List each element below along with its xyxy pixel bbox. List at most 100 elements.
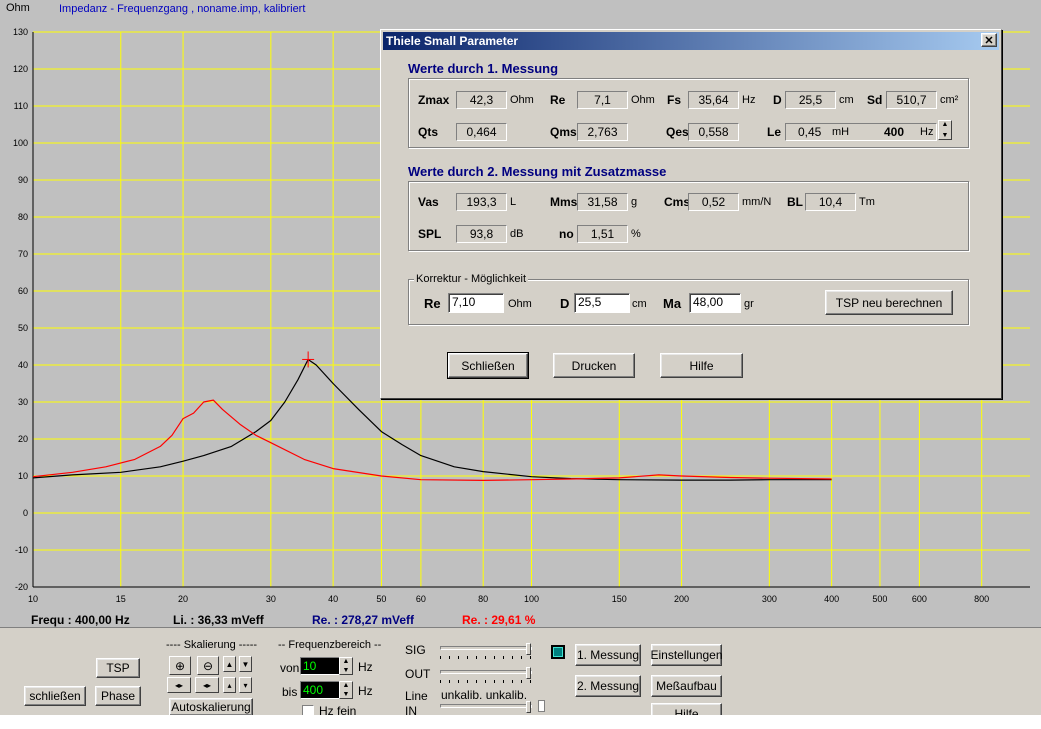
correction-re-label: Re (424, 296, 441, 311)
zmax-unit: Ohm (510, 94, 534, 106)
frequency-readout: Frequ : 400,00 Hz (31, 613, 130, 627)
x-tick-label: 300 (762, 594, 777, 604)
in-level-indicator (538, 700, 545, 712)
x-tick-label: 200 (674, 594, 689, 604)
no-value: 1,51 (577, 225, 628, 243)
y-tick-label: 50 (18, 323, 28, 333)
shift-up-icon[interactable]: ▴ (223, 677, 236, 693)
dialog-help-button[interactable]: Hilfe (660, 353, 743, 378)
from-frequency-input[interactable]: 10 (300, 657, 340, 675)
thiele-small-dialog: Thiele Small Parameter ✕ Werte durch 1. … (380, 29, 1002, 399)
scale-up-icon[interactable]: ▲ (223, 656, 236, 672)
application-window: 130 120 110 100 90 80 70 60 50 40 30 20 10 0 -10 -20 10 1… (0, 0, 1041, 729)
qes-label: Qes (666, 125, 689, 139)
x-tick-label: 60 (416, 594, 426, 604)
close-app-button[interactable]: schließen (24, 686, 86, 706)
tsp-button[interactable]: TSP (96, 658, 140, 678)
no-unit: % (631, 228, 641, 240)
close-icon[interactable]: ✕ (981, 33, 997, 47)
vas-label: Vas (418, 195, 439, 209)
correction-re-unit: Ohm (508, 298, 532, 310)
le-label: Le (767, 125, 782, 139)
expand-horizontal-icon[interactable]: ◂▸ (195, 677, 219, 693)
y-tick-label: 100 (13, 138, 28, 148)
x-tick-label: 600 (912, 594, 927, 604)
y-tick-label: 80 (18, 212, 28, 222)
qes-value: 0,558 (688, 123, 739, 141)
le-frequency-spinner-icon[interactable]: ▲ ▼ (938, 120, 952, 140)
out-label: OUT (405, 667, 431, 681)
correction-ma-label: Ma (663, 296, 682, 311)
mms-value: 31,58 (577, 193, 628, 211)
qms-value: 2,763 (577, 123, 628, 141)
y-tick-label: 20 (18, 434, 28, 444)
vas-value: 193,3 (456, 193, 507, 211)
y-tick-label: 120 (13, 64, 28, 74)
re-value: 7,1 (577, 91, 628, 109)
sig-slider[interactable] (440, 643, 532, 659)
measurement-setup-button[interactable]: Meßaufbau (651, 675, 722, 697)
correction-re-input[interactable]: 7,10 (448, 293, 504, 313)
y-tick-label: -20 (15, 582, 28, 592)
spl-label: SPL (418, 227, 442, 241)
sd-unit: cm² (940, 94, 959, 106)
section-measurement-2-title: Werte durch 2. Messung mit Zusatzmasse (408, 164, 667, 179)
to-label: bis (282, 685, 298, 699)
section-measurement-1-title: Werte durch 1. Messung (408, 61, 559, 76)
correction-legend: Korrektur - Möglichkeit (414, 273, 529, 285)
le-unit: mH (832, 126, 850, 138)
x-tick-label: 100 (524, 594, 539, 604)
bl-value: 10,4 (805, 193, 856, 211)
fs-label: Fs (667, 93, 682, 107)
to-spinner-icon[interactable]: ▲ ▼ (339, 681, 353, 699)
shift-down-icon[interactable]: ▾ (239, 677, 252, 693)
correction-d-input[interactable]: 25,5 (574, 293, 630, 313)
x-tick-label: 800 (974, 594, 989, 604)
status-bar: Frequ : 400,00 Hz Li. : 36,33 mVeff Re. … (0, 610, 1041, 628)
y-tick-label: 130 (13, 27, 28, 37)
zoom-in-icon[interactable]: ⊕ (169, 656, 191, 675)
settings-button[interactable]: Einstellungen (650, 644, 723, 666)
x-tick-label: 10 (28, 594, 38, 604)
scaling-label: ---- Skalierung ----- (166, 639, 258, 651)
zmax-label: Zmax (418, 93, 450, 107)
re-mveff-readout: Re. : 278,27 mVeff (312, 613, 415, 627)
to-frequency-input[interactable]: 400 (300, 681, 340, 699)
li-readout: Li. : 36,33 mVeff (173, 613, 264, 627)
spl-unit: dB (510, 228, 524, 240)
autoscale-button[interactable]: Autoskalierung (169, 698, 253, 716)
y-tick-label: 60 (18, 286, 28, 296)
measurement-1-button[interactable]: 1. Messung (575, 644, 641, 666)
le-frequency: 400 (884, 125, 905, 139)
shift-left-right-icon[interactable]: ◂▸ (167, 677, 191, 693)
x-tick-label: 80 (478, 594, 488, 604)
recalculate-tsp-button[interactable]: TSP neu berechnen (825, 290, 953, 315)
print-button[interactable]: Drucken (553, 353, 635, 378)
phase-button[interactable]: Phase (95, 686, 141, 706)
line-label: Line (405, 689, 428, 703)
sd-value: 510,7 (886, 91, 937, 109)
from-spinner-icon[interactable]: ▲ ▼ (339, 657, 353, 675)
le-value: 0,45 (798, 125, 822, 139)
sig-label: SIG (405, 643, 426, 657)
qms-label: Qms (550, 125, 577, 139)
y-tick-label: -10 (15, 545, 28, 555)
scale-down-icon[interactable]: ▼ (239, 656, 252, 672)
from-hz-unit: Hz (358, 660, 373, 674)
plot-title: Impedanz - Frequenzgang , noname.imp, ka… (59, 3, 306, 15)
to-hz-unit: Hz (358, 684, 373, 698)
le-frequency-unit: Hz (920, 126, 934, 138)
out-slider[interactable] (440, 667, 532, 683)
calibration-status: unkalib. unkalib. (441, 688, 528, 702)
measurement-2-button[interactable]: 2. Messung (575, 675, 641, 697)
correction-ma-input[interactable]: 48,00 (689, 293, 741, 313)
dialog-title: Thiele Small Parameter (386, 34, 519, 48)
x-tick-label: 50 (376, 594, 386, 604)
correction-d-label: D (560, 296, 570, 311)
zoom-out-icon[interactable]: ⊖ (197, 656, 219, 675)
dialog-close-button[interactable]: Schließen (447, 352, 529, 379)
window-bottom-strip (0, 715, 1041, 729)
y-tick-label: 10 (18, 471, 28, 481)
correction-d-unit: cm (632, 298, 647, 310)
d-value: 25,5 (785, 91, 836, 109)
